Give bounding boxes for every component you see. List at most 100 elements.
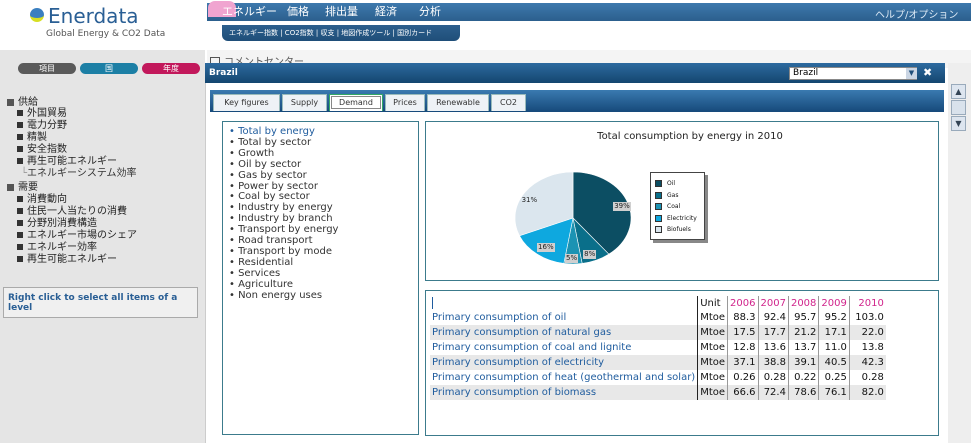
header-unit: Unit <box>697 296 728 310</box>
legend-label: Biofuels <box>667 226 691 233</box>
brand-name: Enerdata <box>48 4 139 28</box>
legend-label: Coal <box>667 203 681 210</box>
table-row: Primary consumption of natural gas Mtoe 17… <box>430 325 886 340</box>
tree-item[interactable]: 再生可能エネルギー <box>17 250 117 265</box>
header-label-cell <box>430 296 698 310</box>
indicator-list-item[interactable]: • Total by sector <box>229 137 311 148</box>
pie-data-label: 39% <box>613 201 631 211</box>
logo-icon <box>30 8 44 22</box>
tab-co2[interactable]: CO2 <box>491 94 526 111</box>
value-cell: 12.8 <box>727 340 758 355</box>
pie-data-label: 8% <box>583 250 597 260</box>
tree-collapse-icon <box>7 98 14 106</box>
indicator-link[interactable]: Primary consumption of coal and lignite <box>430 340 698 355</box>
chart-title: Total consumption by energy in 2010 <box>597 131 783 142</box>
legend-label: Oil <box>667 180 676 187</box>
value-cell: 0.28 <box>757 370 789 385</box>
indicator-list-item[interactable]: • Coal by sector <box>229 191 310 202</box>
legend-swatch <box>655 191 662 199</box>
header-year: 2006 <box>727 296 758 310</box>
legend-label: Electricity <box>667 214 697 222</box>
pie-data-label: 31% <box>521 196 538 205</box>
indicator-list-item[interactable]: • Transport by mode <box>229 246 332 257</box>
close-icon[interactable]: ✖ <box>923 66 932 79</box>
chevron-down-icon[interactable]: ▼ <box>906 68 917 79</box>
table-row: Primary consumption of coal and lignite M… <box>430 340 886 355</box>
brand-tagline: Global Energy & CO2 Data <box>46 29 166 39</box>
indicator-list-item[interactable]: • Services <box>229 268 280 279</box>
nav-item-analysis-label[interactable]: 分析 <box>419 3 441 19</box>
legend-swatch <box>655 203 662 210</box>
indicator-link[interactable]: Primary consumption of electricity <box>430 355 698 370</box>
tree-label: エネルギーシステム効率 <box>27 168 137 179</box>
indicator-list-item[interactable]: • Industry by energy <box>229 202 333 213</box>
value-cell: 40.5 <box>818 355 850 370</box>
help-options-link[interactable]: ヘルプ/オプション <box>875 6 958 21</box>
country-select[interactable]: Brazil <box>789 67 917 80</box>
nav-item-prices[interactable]: 価格 <box>287 3 309 19</box>
unit-cell: Mtoe <box>697 385 728 400</box>
indicator-link[interactable]: Primary consumption of biomass <box>430 385 698 400</box>
tab-key-figures[interactable]: Key figures <box>213 94 280 111</box>
filter-items-button[interactable]: 項目 <box>18 63 76 74</box>
top-navigation <box>207 3 971 21</box>
tree-collapse-icon <box>7 183 14 191</box>
tab-prices[interactable]: Prices <box>385 94 425 111</box>
indicator-list-item[interactable]: • Non energy uses <box>229 290 322 301</box>
value-cell: 82.0 <box>848 385 886 400</box>
tree-label: 再生可能エネルギー <box>27 254 117 265</box>
header-year: 2008 <box>787 296 819 310</box>
indicator-list-item[interactable]: • Power by sector <box>229 181 318 192</box>
scroll-down-icon[interactable]: ▼ <box>951 116 966 131</box>
nav-item-economy[interactable]: 経済 <box>375 3 397 19</box>
value-cell: 22.0 <box>848 325 886 340</box>
pie-data-label: 5% <box>565 254 579 264</box>
filter-year-button[interactable]: 年度 <box>142 63 200 74</box>
indicator-list-item[interactable]: • Transport by energy <box>229 224 338 235</box>
indicator-list-item[interactable]: • Total by energy <box>229 126 315 137</box>
tab-renewable[interactable]: Renewable <box>427 94 489 111</box>
unit-cell: Mtoe <box>697 340 728 355</box>
value-cell: 72.4 <box>757 385 789 400</box>
legend-label: Gas <box>667 191 679 199</box>
indicator-link[interactable]: Primary consumption of heat (geothermal … <box>430 370 698 385</box>
value-cell: 0.26 <box>727 370 758 385</box>
indicator-list-item[interactable]: • Road transport <box>229 235 313 246</box>
value-cell: 92.4 <box>757 310 789 325</box>
indicator-list-item[interactable]: • Growth <box>229 148 274 159</box>
tree-item[interactable]: └エネルギーシステム効率 <box>21 164 137 179</box>
dialog-title: Brazil <box>209 68 238 78</box>
value-cell: 21.2 <box>787 325 819 340</box>
scroll-thumb[interactable] <box>951 100 966 115</box>
value-cell: 95.7 <box>787 310 819 325</box>
header-year: 2007 <box>757 296 789 310</box>
indicator-list-item[interactable]: • Oil by sector <box>229 159 301 170</box>
scroll-up-icon[interactable]: ▲ <box>951 84 966 99</box>
value-cell: 0.28 <box>848 370 886 385</box>
indicator-list-item[interactable]: • Residential <box>229 257 293 268</box>
text-cursor <box>432 297 433 309</box>
tab-demand[interactable]: Demand <box>329 94 383 111</box>
indicator-link[interactable]: Primary consumption of oil <box>430 310 698 325</box>
filter-country-button[interactable]: 国 <box>80 63 138 74</box>
nav-item-emissions[interactable]: 排出量 <box>325 3 358 19</box>
subnav-links[interactable]: エネルギー指数 | CO2指数 | 収支 | 地図作成ツール | 国別カード <box>229 28 432 38</box>
value-cell: 66.6 <box>727 385 758 400</box>
value-cell: 0.25 <box>818 370 850 385</box>
data-table: Unit 2006 2007 2008 2009 2010 Primary co… <box>430 296 886 400</box>
table-body: Primary consumption of oil Mtoe 88.3 92.4 95… <box>430 310 886 400</box>
value-cell: 13.7 <box>787 340 819 355</box>
tab-supply[interactable]: Supply <box>282 94 327 111</box>
value-cell: 17.1 <box>818 325 850 340</box>
indicator-link[interactable]: Primary consumption of natural gas <box>430 325 698 340</box>
header-year: 2010 <box>848 296 886 310</box>
nav-item-energy[interactable]: エネルギー <box>222 3 277 19</box>
table-row: Primary consumption of biomass Mtoe 66.6 72… <box>430 385 886 400</box>
indicator-list-item[interactable]: • Industry by branch <box>229 213 333 224</box>
value-cell: 37.1 <box>727 355 758 370</box>
unit-cell: Mtoe <box>697 370 728 385</box>
indicator-list-item[interactable]: • Agriculture <box>229 279 293 290</box>
table-row: Primary consumption of oil Mtoe 88.3 92.4 95… <box>430 310 886 325</box>
unit-cell: Mtoe <box>697 325 728 340</box>
indicator-list-item[interactable]: • Gas by sector <box>229 170 307 181</box>
